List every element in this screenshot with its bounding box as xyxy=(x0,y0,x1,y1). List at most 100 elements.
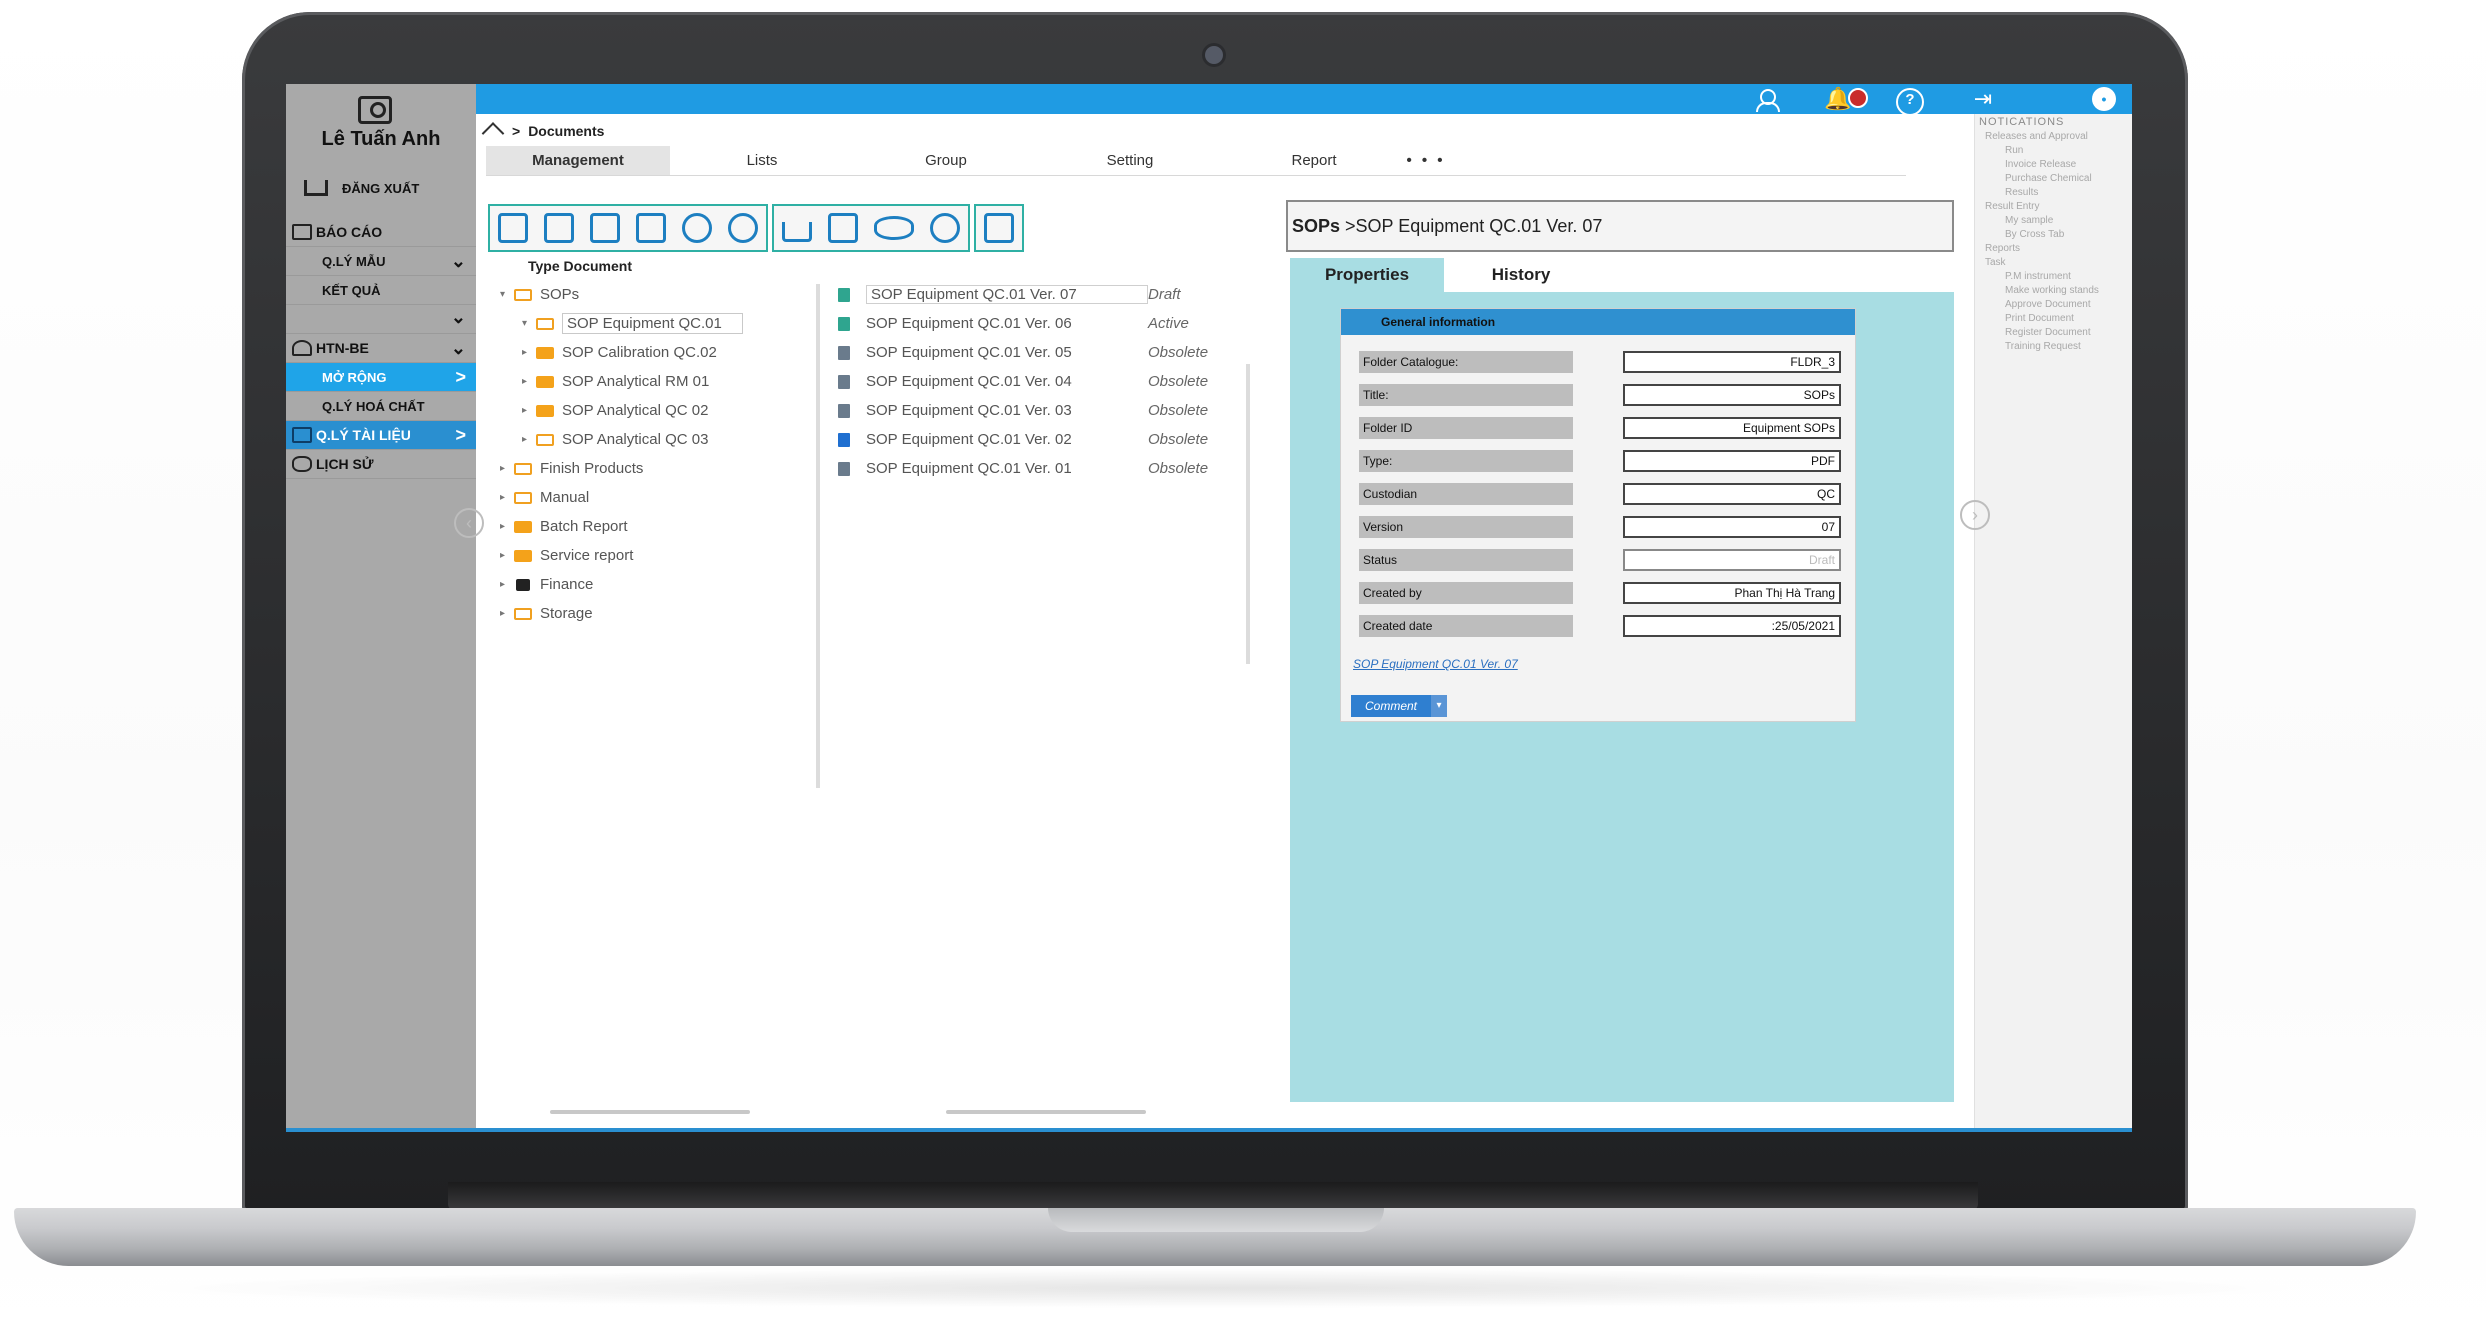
breadcrumb-current[interactable]: Documents xyxy=(528,123,604,139)
document-link[interactable]: SOP Equipment QC.01 Ver. 07 xyxy=(1353,657,1518,671)
sidebar-item-history[interactable]: LỊCH SỬ xyxy=(286,450,476,479)
notification-item[interactable]: Approve Document xyxy=(1975,298,2132,312)
caret-right-icon[interactable]: ▸ xyxy=(522,347,536,358)
tree-node[interactable]: ▾ SOP Equipment QC.01 xyxy=(500,309,816,338)
field-value[interactable]: Phan Thị Hà Trang xyxy=(1623,582,1841,604)
export-document-icon[interactable] xyxy=(984,213,1014,243)
notification-item[interactable]: Run xyxy=(1975,144,2132,158)
tree-node[interactable]: ▾ SOPs xyxy=(500,280,816,309)
tab-history[interactable]: History xyxy=(1444,258,1598,292)
sidebar-item-chemicals[interactable]: Q.LÝ HOÁ CHẤT xyxy=(286,392,476,421)
add-document-icon[interactable] xyxy=(544,213,574,243)
sidebar-item-reports[interactable]: BÁO CÁO xyxy=(286,218,476,247)
new-folder-icon[interactable] xyxy=(498,213,528,243)
list-item[interactable]: SOP Equipment QC.01 Ver. 04 Obsolete xyxy=(838,367,1248,396)
sidebar-item-samples[interactable]: Q.LÝ MẪU ⌄ xyxy=(286,247,476,276)
new-document-icon[interactable] xyxy=(590,213,620,243)
notification-item[interactable]: My sample xyxy=(1975,214,2132,228)
notification-item[interactable]: Print Document xyxy=(1975,312,2132,326)
sidebar-item-htn-be[interactable]: HTN-BE ⌄ xyxy=(286,334,476,363)
collapse-icon[interactable]: • xyxy=(2092,87,2116,111)
tab-properties[interactable]: Properties xyxy=(1290,258,1444,292)
notification-item[interactable]: Result Entry xyxy=(1975,200,2132,214)
field-value[interactable]: 07 xyxy=(1623,516,1841,538)
notification-item[interactable]: Make working stands xyxy=(1975,284,2132,298)
tab-group[interactable]: Group xyxy=(854,146,1038,175)
files-hscrollbar[interactable] xyxy=(946,1110,1146,1114)
field-value[interactable]: Equipment SOPs xyxy=(1623,417,1841,439)
list-item[interactable]: SOP Equipment QC.01 Ver. 02 Obsolete xyxy=(838,425,1248,454)
assign-user-icon[interactable] xyxy=(930,213,960,243)
list-item[interactable]: SOP Equipment QC.01 Ver. 05 Obsolete xyxy=(838,338,1248,367)
notification-item[interactable]: Training Request xyxy=(1975,340,2132,354)
tree-node[interactable]: ▸ Batch Report xyxy=(500,512,816,541)
tab-management[interactable]: Management xyxy=(486,146,670,175)
list-item[interactable]: SOP Equipment QC.01 Ver. 06 Active xyxy=(838,309,1248,338)
notification-item[interactable]: By Cross Tab xyxy=(1975,228,2132,242)
logout-button[interactable]: ĐĂNG XUẤT xyxy=(304,180,419,196)
tree-node[interactable]: ▸ SOP Analytical QC 03 xyxy=(500,425,816,454)
exit-icon[interactable]: ⇥ xyxy=(1970,88,1996,110)
tree-node[interactable]: ▸ SOP Calibration QC.02 xyxy=(500,338,816,367)
caret-right-icon[interactable]: ▸ xyxy=(500,579,514,590)
caret-right-icon[interactable]: ▸ xyxy=(522,434,536,445)
notification-item[interactable]: Results xyxy=(1975,186,2132,200)
sidebar-item-documents[interactable]: Q.LÝ TÀI LIỆU > xyxy=(286,421,476,450)
help-icon[interactable] xyxy=(1896,88,1924,116)
home-icon[interactable] xyxy=(484,122,504,140)
caret-right-icon[interactable]: ▸ xyxy=(500,492,514,503)
tree-hscrollbar[interactable] xyxy=(550,1110,750,1114)
copy-document-icon[interactable] xyxy=(636,213,666,243)
tree-node[interactable]: ▸ Service report xyxy=(500,541,816,570)
user-avatar-icon[interactable] xyxy=(358,96,392,124)
list-item[interactable]: SOP Equipment QC.01 Ver. 07 Draft xyxy=(838,280,1248,309)
list-item[interactable]: SOP Equipment QC.01 Ver. 03 Obsolete xyxy=(838,396,1248,425)
notification-item[interactable]: Task xyxy=(1975,256,2132,270)
preview-icon[interactable] xyxy=(874,216,914,240)
field-value[interactable]: PDF xyxy=(1623,450,1841,472)
more-tabs-button[interactable]: • • • xyxy=(1406,146,1446,175)
caret-right-icon[interactable]: ▸ xyxy=(500,521,514,532)
chevron-down-icon[interactable]: ▾ xyxy=(1431,695,1448,717)
caret-right-icon[interactable]: ▸ xyxy=(522,376,536,387)
chevron-left-icon[interactable]: ‹ xyxy=(454,508,484,538)
tree-node[interactable]: ▸ Storage xyxy=(500,599,816,628)
notification-item[interactable]: Invoice Release xyxy=(1975,158,2132,172)
caret-right-icon[interactable]: ▸ xyxy=(500,608,514,619)
notification-item[interactable]: Releases and Approval xyxy=(1975,130,2132,144)
tab-report[interactable]: Report xyxy=(1222,146,1406,175)
sidebar-item-expand[interactable]: MỞ RỘNG > xyxy=(286,363,476,392)
list-item[interactable]: SOP Equipment QC.01 Ver. 01 Obsolete xyxy=(838,454,1248,483)
tree-node[interactable]: ▸ Manual xyxy=(500,483,816,512)
delete-icon[interactable] xyxy=(682,213,712,243)
bell-icon[interactable]: 🔔 xyxy=(1824,88,1851,110)
tree-scrollbar[interactable] xyxy=(816,284,820,788)
caret-down-icon[interactable]: ▾ xyxy=(522,318,536,329)
caret-down-icon[interactable]: ▾ xyxy=(500,289,514,300)
field-value[interactable]: QC xyxy=(1623,483,1841,505)
tree-node[interactable]: ▸ Finance xyxy=(500,570,816,599)
download-icon[interactable] xyxy=(782,222,812,242)
tab-setting[interactable]: Setting xyxy=(1038,146,1222,175)
chevron-right-icon[interactable]: › xyxy=(1960,500,1990,530)
notification-item[interactable]: P.M instrument xyxy=(1975,270,2132,284)
approve-icon[interactable] xyxy=(728,213,758,243)
comment-button[interactable]: Comment xyxy=(1351,695,1432,717)
field-value[interactable]: FLDR_3 xyxy=(1623,351,1841,373)
field-value[interactable]: SOPs xyxy=(1623,384,1841,406)
tree-node[interactable]: ▸ Finish Products xyxy=(500,454,816,483)
notification-item[interactable]: Reports xyxy=(1975,242,2132,256)
print-icon[interactable] xyxy=(828,213,858,243)
notification-item[interactable]: Register Document xyxy=(1975,326,2132,340)
tree-node[interactable]: ▸ SOP Analytical QC 02 xyxy=(500,396,816,425)
field-value[interactable]: :25/05/2021 xyxy=(1623,615,1841,637)
sidebar-item-results[interactable]: KẾT QUẢ xyxy=(286,276,476,305)
user-profile-icon[interactable] xyxy=(1754,88,1780,112)
caret-right-icon[interactable]: ▸ xyxy=(500,550,514,561)
caret-right-icon[interactable]: ▸ xyxy=(522,405,536,416)
notification-item[interactable]: Purchase Chemical xyxy=(1975,172,2132,186)
tree-node[interactable]: ▸ SOP Analytical RM 01 xyxy=(500,367,816,396)
sidebar-collapsed-group[interactable]: ⌄ xyxy=(286,305,476,334)
tab-lists[interactable]: Lists xyxy=(670,146,854,175)
caret-right-icon[interactable]: ▸ xyxy=(500,463,514,474)
